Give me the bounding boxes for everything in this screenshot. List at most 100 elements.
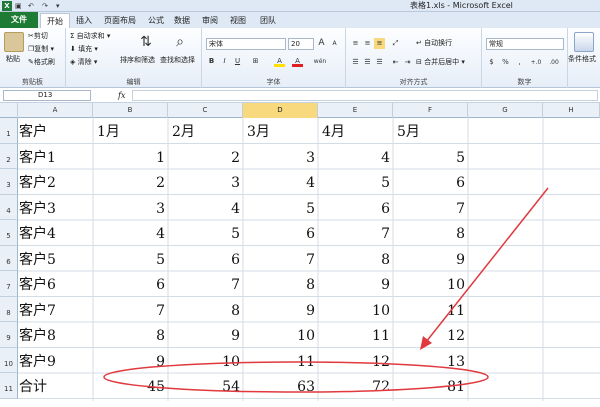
cell-e7[interactable]: 9 [318,274,393,297]
cell-a6[interactable]: 客户5 [18,249,93,272]
fill-color-button[interactable]: A [274,56,285,67]
cell-a2[interactable]: 客户1 [18,147,93,170]
row-header-7[interactable]: 7 [0,271,18,297]
binoculars-icon[interactable]: ⌕ [170,32,190,52]
cell-e10[interactable]: 12 [318,351,393,374]
sort-filter-button[interactable]: 排序和筛选 [120,56,155,65]
paste-button[interactable]: 粘贴 [6,55,20,64]
cell-d6[interactable]: 7 [243,249,318,272]
tab-data[interactable]: 数据 [170,13,194,28]
cell-f3[interactable]: 6 [393,172,468,195]
tab-view[interactable]: 视图 [226,13,250,28]
select-all-corner[interactable] [0,103,18,118]
indent-icon[interactable]: ⇤ [390,57,401,68]
cell-b7[interactable]: 6 [93,274,168,297]
cell-d10[interactable]: 11 [243,351,318,374]
cell-c10[interactable]: 10 [168,351,243,374]
cell-f4[interactable]: 7 [393,198,468,221]
cell-a11[interactable]: 合计 [18,376,93,399]
function-icon[interactable]: fx [118,90,125,101]
column-header-c[interactable]: C [168,103,243,118]
formula-input[interactable] [132,90,598,101]
cell-d3[interactable]: 4 [243,172,318,195]
cell-d2[interactable]: 3 [243,147,318,170]
cell-f1[interactable]: 5月 [393,121,468,144]
shrink-font-button[interactable]: A [329,38,340,49]
cell-a5[interactable]: 客户4 [18,223,93,246]
cell-d8[interactable]: 9 [243,300,318,323]
cell-d7[interactable]: 8 [243,274,318,297]
grow-font-button[interactable]: A [316,38,327,49]
cell-a4[interactable]: 客户3 [18,198,93,221]
cell-f6[interactable]: 9 [393,249,468,272]
percent-button[interactable]: % [500,57,511,68]
currency-button[interactable]: $ [486,57,497,68]
autosum-button[interactable]: Σ 自动求和 ▾ [70,32,110,41]
excel-app-icon[interactable]: X [2,1,12,11]
row-header-8[interactable]: 8 [0,296,18,322]
tab-file[interactable]: 文件 [0,12,38,28]
cell-a3[interactable]: 客户2 [18,172,93,195]
align-top-icon[interactable]: ≡ [350,38,361,49]
cell-a9[interactable]: 客户8 [18,325,93,348]
row-header-4[interactable]: 4 [0,194,18,220]
cell-a1[interactable]: 客户 [18,121,93,144]
row-header-10[interactable]: 10 [0,347,18,373]
wrap-text-button[interactable]: ↵ 自动换行 [416,39,452,48]
number-format-select[interactable]: 常规 [486,38,564,50]
cell-b11[interactable]: 45 [93,376,168,399]
cell-d4[interactable]: 5 [243,198,318,221]
cell-e6[interactable]: 8 [318,249,393,272]
outdent-icon[interactable]: ⇥ [402,57,413,68]
cell-b6[interactable]: 5 [93,249,168,272]
row-header-11[interactable]: 11 [0,373,18,399]
save-icon[interactable]: ▣ [15,1,22,11]
conditional-format-button[interactable]: 条件格式 [568,55,596,64]
cell-c3[interactable]: 3 [168,172,243,195]
cell-e8[interactable]: 10 [318,300,393,323]
cell-e1[interactable]: 4月 [318,121,393,144]
cell-c8[interactable]: 8 [168,300,243,323]
cell-f11[interactable]: 81 [393,376,468,399]
row-header-5[interactable]: 5 [0,220,18,246]
row-header-9[interactable]: 9 [0,322,18,348]
cell-d5[interactable]: 6 [243,223,318,246]
increase-decimal-button[interactable]: +.0 [528,57,544,68]
cell-f9[interactable]: 12 [393,325,468,348]
align-right-icon[interactable]: ☰ [374,57,385,68]
column-header-h[interactable]: H [543,103,600,118]
cell-a10[interactable]: 客户9 [18,351,93,374]
row-header-2[interactable]: 2 [0,143,18,169]
tab-home[interactable]: 开始 [40,13,70,28]
cell-a7[interactable]: 客户6 [18,274,93,297]
tab-page-layout[interactable]: 页面布局 [98,13,142,28]
cut-button[interactable]: ✂剪切 [28,32,48,41]
undo-icon[interactable]: ↶ [28,1,34,11]
cell-c11[interactable]: 54 [168,376,243,399]
align-center-icon[interactable]: ☰ [362,57,373,68]
align-left-icon[interactable]: ☰ [350,57,361,68]
cell-b3[interactable]: 2 [93,172,168,195]
border-button[interactable]: ⊞ [250,56,261,67]
cell-b1[interactable]: 1月 [93,121,168,144]
cell-b2[interactable]: 1 [93,147,168,170]
cell-b4[interactable]: 3 [93,198,168,221]
italic-button[interactable]: I [219,56,230,67]
clear-button[interactable]: ◈ 清除 ▾ [70,58,97,67]
font-color-button[interactable]: A [292,56,303,67]
cell-c7[interactable]: 7 [168,274,243,297]
align-bottom-icon[interactable]: ≡ [374,38,385,49]
cell-b10[interactable]: 9 [93,351,168,374]
tab-team[interactable]: 团队 [256,13,280,28]
cell-c6[interactable]: 6 [168,249,243,272]
merge-center-button[interactable]: ⊟ 合并后居中 ▾ [416,58,465,67]
customize-toolbar-icon[interactable]: ▾ [56,1,60,11]
cell-d1[interactable]: 3月 [243,121,318,144]
redo-icon[interactable]: ↷ [42,1,48,11]
cell-f7[interactable]: 10 [393,274,468,297]
underline-button[interactable]: U [232,56,243,67]
tab-formulas[interactable]: 公式 [144,13,168,28]
cell-c2[interactable]: 2 [168,147,243,170]
cell-e5[interactable]: 7 [318,223,393,246]
column-header-g[interactable]: G [468,103,543,118]
